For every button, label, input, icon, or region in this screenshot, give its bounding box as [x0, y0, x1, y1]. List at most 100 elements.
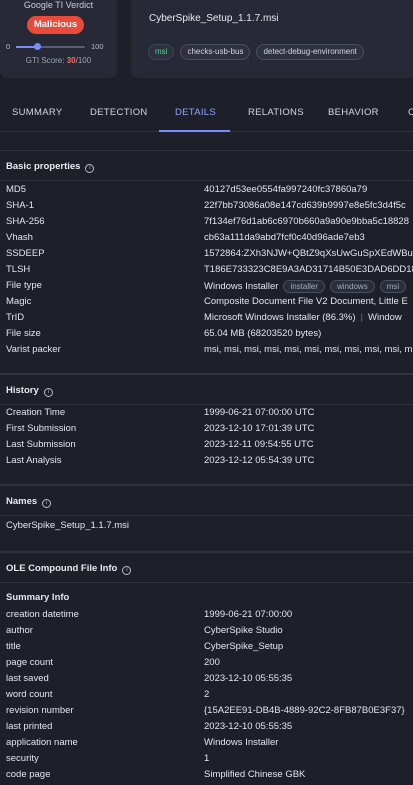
basic-property-row-value-wrap: 7f134ef76d1ab6c6970b660a9a90e9bba5c18828: [204, 216, 409, 227]
ole-summary-row-value: 2: [204, 689, 210, 700]
basic-property-row-value-wrap: Composite Document File V2 Document, Lit…: [204, 296, 408, 307]
basic-property-row-key: TLSH: [6, 264, 31, 275]
info-icon[interactable]: i: [43, 388, 53, 397]
basic-property-row-value-wrap: msi, msi, msi, msi, msi, msi, msi, msi, …: [204, 344, 412, 355]
ole-summary-row: revision number {15A2EE91-DB4B-4889-92C2-…: [0, 704, 413, 720]
history-row-key: Last Analysis: [6, 455, 62, 466]
score-scale-max: 100: [91, 42, 104, 51]
ole-summary-row-key: last saved: [6, 673, 49, 684]
separator: |: [360, 312, 363, 323]
info-icon[interactable]: i: [122, 566, 132, 575]
ole-summary-row-value-wrap: Simplified Chinese GBK: [204, 769, 305, 780]
malicious-badge: Malicious: [27, 16, 84, 34]
tab-summary[interactable]: SUMMARY: [12, 95, 63, 132]
ole-summary-row: application name Windows Installer: [0, 736, 413, 752]
ole-compound-info-title: OLE Compound File Info i: [6, 563, 132, 575]
file-tag[interactable]: detect-debug-environment: [256, 44, 364, 60]
ole-summary-row-key: page count: [6, 657, 54, 668]
history-row-value-wrap: 2023-12-10 17:01:39 UTC: [204, 423, 314, 434]
basic-properties-title: Basic properties i: [6, 161, 95, 173]
history-row-key: Creation Time: [6, 407, 66, 418]
history-row-value: 2023-12-11 09:54:55 UTC: [204, 439, 314, 450]
basic-property-row-value: Microsoft Windows Installer (86.3%): [204, 312, 356, 323]
ole-summary-row-value-wrap: CyberSpike Studio: [204, 625, 283, 636]
ole-summary-row-key: author: [6, 625, 33, 636]
ole-summary-row-value-wrap: 200: [204, 657, 220, 668]
ole-summary-row-value-wrap: {15A2EE91-DB4B-4889-92C2-8FB87B0E3F37}: [204, 705, 405, 716]
basic-property-row-key: MD5: [6, 184, 27, 195]
history-header: History i: [0, 374, 413, 405]
basic-property-row-value-wrap: 22f7bb73086a08e147cd639b9997e8e5fc3d4f5c: [204, 200, 406, 211]
basic-property-row-value-wrap: cb63a111da9abd7fcf0c40d96ade7eb3: [204, 232, 365, 243]
basic-property-row-key: SHA-256: [6, 216, 45, 227]
file-tags: msi checks-usb-bus detect-debug-environmen…: [148, 44, 364, 60]
tab-details[interactable]: DETAILS: [175, 95, 216, 132]
history-row-value: 2023-12-10 17:01:39 UTC: [204, 423, 315, 434]
name-item-text: CyberSpike_Setup_1.1.7.msi: [6, 520, 130, 531]
basic-property-row: TrID Microsoft Windows Installer (86.3%) |…: [0, 311, 413, 327]
basic-property-row-extra: Window: [368, 312, 402, 323]
ole-summary-row-value: 2023-12-10 05:55:35: [204, 721, 293, 732]
info-icon[interactable]: i: [85, 164, 95, 173]
ole-summary-row-value: 1999-06-21 07:00:00: [204, 609, 293, 620]
tab-behavior[interactable]: BEHAVIOR: [328, 95, 379, 132]
ole-summary-row-value-wrap: 2023-12-10 05:55:35: [204, 721, 292, 732]
file-card: CyberSpike_Setup_1.1.7.msi msi checks-usb…: [131, 0, 413, 78]
basic-property-row: Vhash cb63a111da9abd7fcf0c40d96ade7eb3: [0, 231, 413, 247]
file-type-tag[interactable]: windows: [330, 280, 375, 293]
history-row-value: 2023-12-12 05:54:39 UTC: [204, 455, 315, 466]
ole-summary-row: security 1: [0, 752, 413, 768]
history-row-value: 1999-06-21 07:00:00 UTC: [204, 407, 315, 418]
file-type-tag[interactable]: installer: [283, 280, 326, 293]
name-item: CyberSpike_Setup_1.1.7.msi: [0, 519, 413, 535]
ole-summary-row-value-wrap: 1999-06-21 07:00:00: [204, 609, 292, 620]
score-slider-knob: [33, 43, 41, 50]
basic-property-row-value: 22f7bb73086a08e147cd639b9997e8e5fc3d4f5c: [204, 200, 406, 211]
basic-property-row-value: 7f134ef76d1ab6c6970b660a9a90e9bba5c18828: [204, 216, 409, 227]
file-tag[interactable]: msi: [148, 44, 175, 60]
names-title-text: Names: [6, 496, 38, 507]
summary-info-subtitle: Summary Info: [6, 592, 70, 603]
ole-compound-info-title-text: OLE Compound File Info: [6, 563, 118, 574]
ole-summary-row-value: Windows Installer: [204, 737, 279, 748]
tab-c[interactable]: C: [408, 95, 413, 132]
ole-summary-row: creation datetime 1999-06-21 07:00:00: [0, 608, 413, 624]
ole-summary-row-value-wrap: 2023-12-10 05:55:35: [204, 673, 292, 684]
file-type-tag[interactable]: msi: [379, 280, 407, 293]
gti-score: GTI Score: 30/100: [0, 56, 117, 65]
basic-property-row-value: 40127d53ee0554fa997240fc37860a79: [204, 184, 368, 195]
basic-property-row-key: File size: [6, 328, 41, 339]
ole-summary-row-value-wrap: 1: [204, 753, 209, 764]
names-title: Names i: [6, 496, 52, 508]
score-scale-min: 0: [6, 42, 11, 51]
tab-relations[interactable]: RELATIONS: [248, 95, 304, 132]
ole-summary-row-value-wrap: 2: [204, 689, 209, 700]
basic-property-row-value-wrap: 1572864:ZXh3NJW+QBtZ9qXsUwGuSpXEdWBuG: [204, 248, 413, 259]
tab-bar: SUMMARY DETECTION DETAILS RELATIONS BEHAVIOR…: [0, 95, 413, 132]
basic-property-row: SHA-1 22f7bb73086a08e147cd639b9997e8e5fc3…: [0, 199, 413, 215]
basic-property-row-key: Vhash: [6, 232, 33, 243]
basic-property-row-key: SSDEEP: [6, 248, 45, 259]
ole-summary-row: code page Simplified Chinese GBK: [0, 768, 413, 784]
ole-summary-row-value-wrap: CyberSpike_Setup: [204, 641, 283, 652]
basic-property-row-key: File type: [6, 280, 42, 291]
gti-score-label: GTI Score:: [25, 56, 65, 65]
ole-summary-row-key: word count: [6, 689, 53, 700]
history-row-value-wrap: 2023-12-11 09:54:55 UTC: [204, 439, 314, 450]
ole-summary-row-value: 200: [204, 657, 220, 668]
ole-summary-row: last printed 2023-12-10 05:55:35: [0, 720, 413, 736]
info-icon[interactable]: i: [42, 499, 52, 508]
history-row: Last Submission 2023-12-11 09:54:55 UTC: [0, 438, 413, 454]
basic-property-row-value: Windows Installer: [204, 281, 279, 292]
basic-property-row-value-wrap: Microsoft Windows Installer (86.3%) | Wind…: [204, 312, 402, 323]
ole-summary-row-value: Simplified Chinese GBK: [204, 769, 306, 780]
history-title: History i: [6, 385, 53, 397]
history-row: Creation Time 1999-06-21 07:00:00 UTC: [0, 406, 413, 422]
file-tag[interactable]: checks-usb-bus: [180, 44, 251, 60]
ole-summary-row: page count 200: [0, 656, 413, 672]
tab-detection[interactable]: DETECTION: [90, 95, 148, 132]
basic-property-row-value: msi, msi, msi, msi, msi, msi, msi, msi, …: [204, 344, 413, 355]
basic-property-row: Varist packer msi, msi, msi, msi, msi, ms…: [0, 343, 413, 359]
basic-property-row: File type Windows Installer installer windo…: [0, 279, 413, 295]
ole-summary-row-value: 2023-12-10 05:55:35: [204, 673, 293, 684]
